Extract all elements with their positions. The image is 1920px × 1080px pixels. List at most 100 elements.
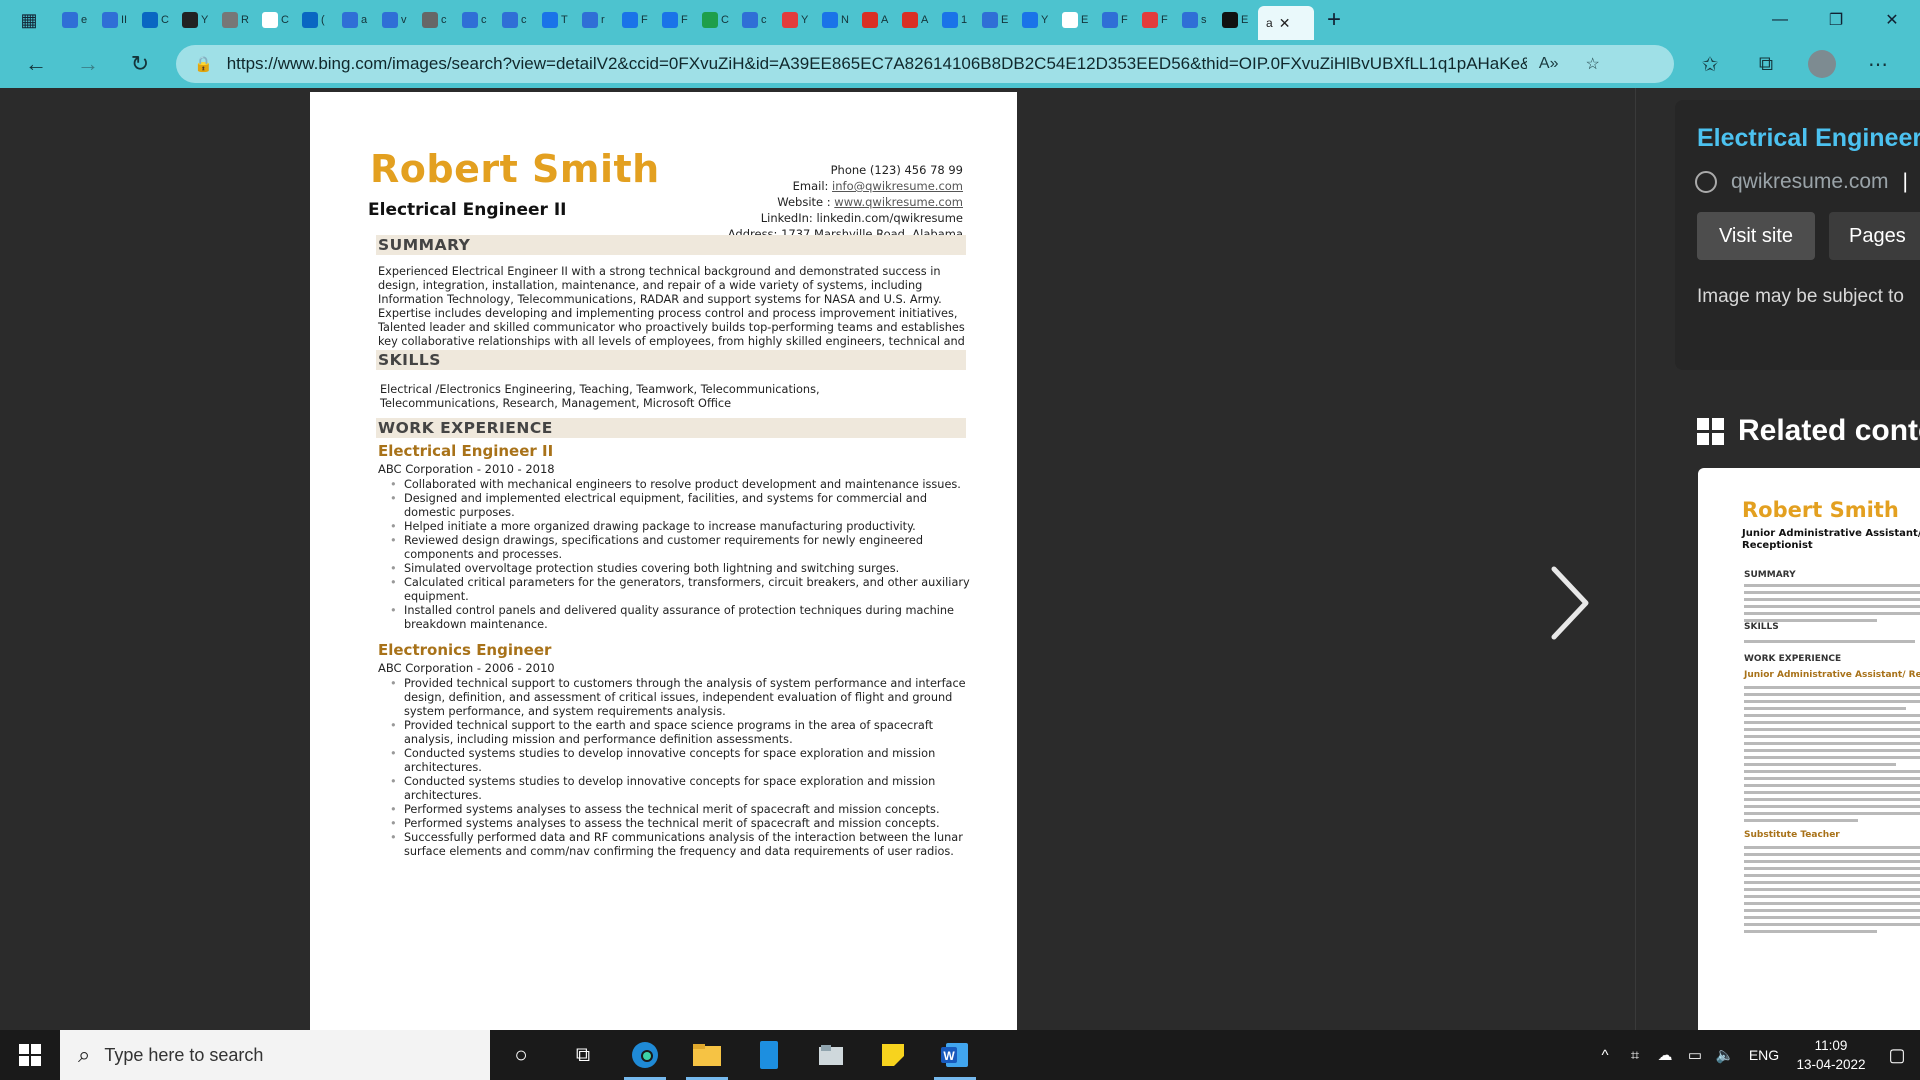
forward-button[interactable]: →	[62, 44, 114, 84]
browser-tab[interactable]: C	[138, 5, 174, 35]
browser-tab[interactable]: E	[1218, 5, 1254, 35]
browser-tab[interactable]: F	[1098, 5, 1134, 35]
browser-tab[interactable]: (	[298, 5, 334, 35]
browser-tab[interactable]: T	[538, 5, 574, 35]
add-favorite-icon[interactable]: ☆	[1571, 54, 1615, 74]
taskbar-word[interactable]: W	[924, 1030, 986, 1080]
notifications-button[interactable]: ▢	[1874, 1045, 1920, 1066]
browser-tab[interactable]: Y	[178, 5, 214, 35]
thumb-text-lines	[1744, 686, 1920, 826]
read-aloud-icon[interactable]: A»	[1527, 55, 1571, 73]
bing-icon	[342, 12, 358, 28]
browser-tab[interactable]: F	[618, 5, 654, 35]
browser-tab[interactable]: c	[458, 5, 494, 35]
browser-tab-label: e	[81, 14, 88, 26]
clock[interactable]: 11:09 13-04-2022	[1788, 1036, 1874, 1074]
browser-tab[interactable]: A	[858, 5, 894, 35]
bullet-item: Successfully performed data and RF commu…	[390, 831, 970, 859]
contact-value[interactable]: www.qwikresume.com	[834, 195, 963, 209]
job-company: ABC Corporation - 2006 - 2010	[378, 661, 555, 675]
browser-tab[interactable]: F	[1138, 5, 1174, 35]
browser-tab[interactable]: c	[418, 5, 454, 35]
browser-tab[interactable]: E	[978, 5, 1014, 35]
site-icon	[822, 12, 838, 28]
favorites-button[interactable]: ✩	[1682, 44, 1738, 84]
volume-icon[interactable]: 🔈	[1710, 1046, 1740, 1064]
pages-button[interactable]: Pages	[1829, 212, 1920, 260]
taskbar-notes-app[interactable]	[738, 1030, 800, 1080]
browser-tab[interactable]: e	[58, 5, 94, 35]
start-button[interactable]	[0, 1030, 60, 1080]
contact-value[interactable]: info@qwikresume.com	[832, 179, 963, 193]
site-icon	[182, 12, 198, 28]
taskbar-edge[interactable]	[614, 1030, 676, 1080]
browser-tab[interactable]: c	[498, 5, 534, 35]
browser-tab[interactable]: II	[98, 5, 134, 35]
tab-actions-button[interactable]: ▦	[0, 0, 58, 40]
browser-tab[interactable]: C	[258, 5, 294, 35]
browser-tab-label: c	[521, 14, 527, 26]
close-tab-icon[interactable]: ✕	[1279, 15, 1291, 32]
contact-label: Phone	[830, 163, 867, 177]
browser-tab[interactable]: R	[218, 5, 254, 35]
battery-icon[interactable]: ▭	[1680, 1046, 1710, 1064]
browser-tab-label: F	[1161, 14, 1168, 26]
task-view-button[interactable]: ⧉	[552, 1030, 614, 1080]
close-window-button[interactable]: ✕	[1864, 0, 1920, 40]
bullet-item: Simulated overvoltage protection studies…	[390, 562, 970, 576]
thumb-summary-heading: SUMMARY	[1744, 570, 1796, 580]
new-tab-button[interactable]: +	[1314, 3, 1354, 37]
browser-tab[interactable]: c	[738, 5, 774, 35]
browser-tab[interactable]: a	[338, 5, 374, 35]
taskbar-search[interactable]: ⌕ Type here to search	[60, 1030, 490, 1080]
word-icon: W	[941, 1043, 968, 1067]
taskbar-sticky-notes[interactable]	[862, 1030, 924, 1080]
back-button[interactable]: ←	[10, 44, 62, 84]
minimize-button[interactable]: —	[1752, 0, 1808, 40]
restore-button[interactable]: ❐	[1808, 0, 1864, 40]
resume-contact: Phone (123) 456 78 99 Email: info@qwikres…	[633, 162, 963, 242]
browser-tab-label: v	[401, 14, 407, 26]
onedrive-icon[interactable]: ☁	[1650, 1046, 1680, 1064]
browser-tab[interactable]: A	[898, 5, 934, 35]
browser-tab[interactable]: Y	[1018, 5, 1054, 35]
source-site[interactable]: qwikresume.com |	[1695, 170, 1908, 194]
browser-tab[interactable]: Y	[778, 5, 814, 35]
resume-title: Electrical Engineer II	[368, 200, 567, 220]
browser-tab[interactable]: s	[1178, 5, 1214, 35]
meet-now-icon[interactable]: ⌗	[1620, 1047, 1650, 1064]
browser-tab[interactable]: v	[378, 5, 414, 35]
related-thumbnail[interactable]: Robert Smith Junior Administrative Assis…	[1698, 468, 1920, 1030]
next-image-button[interactable]	[1520, 548, 1620, 658]
refresh-button[interactable]: ↻	[114, 44, 166, 84]
cortana-button[interactable]: ○	[490, 1030, 552, 1080]
refresh-icon: ↻	[130, 51, 150, 76]
image-source-title[interactable]: Electrical Engineer	[1697, 124, 1920, 153]
chevron-up-icon[interactable]: ^	[1590, 1047, 1620, 1064]
address-bar[interactable]: 🔒 https://www.bing.com/images/search?vie…	[176, 45, 1674, 83]
contact-label: Email:	[792, 179, 829, 193]
browser-tab[interactable]: F	[658, 5, 694, 35]
browser-tab[interactable]: r	[578, 5, 614, 35]
browser-tab[interactable]: C	[698, 5, 734, 35]
address-url[interactable]: https://www.bing.com/images/search?view=…	[227, 54, 1527, 74]
task-view-icon: ⧉	[575, 1043, 591, 1066]
settings-more-button[interactable]: ⋯	[1850, 44, 1906, 84]
taskbar-snip-app[interactable]	[800, 1030, 862, 1080]
profile-button[interactable]	[1794, 44, 1850, 84]
browser-tab[interactable]: E	[1058, 5, 1094, 35]
source-domain: qwikresume.com	[1731, 170, 1889, 193]
site-icon	[222, 12, 238, 28]
resume-image[interactable]: Robert Smith Electrical Engineer II Phon…	[310, 92, 1017, 1030]
language-indicator[interactable]: ENG	[1740, 1047, 1788, 1063]
browser-tab[interactable]: 1	[938, 5, 974, 35]
site-icon	[622, 12, 638, 28]
browser-toolbar: ← → ↻ 🔒 https://www.bing.com/images/sear…	[0, 40, 1920, 88]
collections-button[interactable]: ⧉	[1738, 44, 1794, 84]
contact-line: Email: info@qwikresume.com	[633, 178, 963, 194]
skills-heading: SKILLS	[376, 350, 966, 370]
tab-active[interactable]: a ✕	[1258, 6, 1314, 40]
visit-site-button[interactable]: Visit site	[1697, 212, 1815, 260]
taskbar-file-explorer[interactable]	[676, 1030, 738, 1080]
browser-tab[interactable]: N	[818, 5, 854, 35]
